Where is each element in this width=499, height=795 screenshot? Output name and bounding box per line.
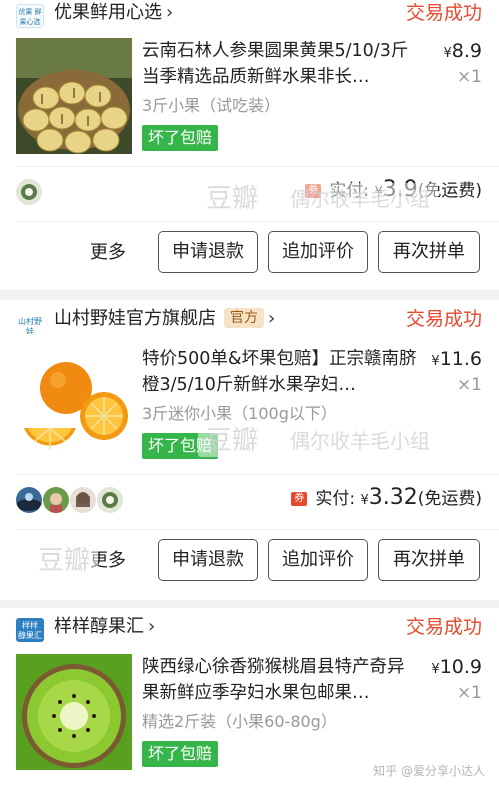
- douban-watermark: 豆瓣: [198, 178, 267, 215]
- product-title[interactable]: 特价500单&坏果包赔】正宗赣南脐橙3/5/10斤新鲜水果孕妇…: [142, 346, 420, 398]
- group-watermark: 偶尔收羊毛小组: [282, 183, 438, 212]
- order-actions: 更多 申请退款 追加评价 再次拼单: [0, 222, 499, 282]
- avatar: [43, 487, 69, 513]
- official-tag: 官方: [224, 308, 264, 328]
- chevron-right-icon: ›: [268, 308, 276, 329]
- shop-name-text: 优果鲜用心选: [54, 2, 162, 23]
- divider: [16, 166, 499, 167]
- product-spec: 3斤小果（试吃装）: [142, 96, 281, 115]
- product-price: ¥10.9: [431, 656, 482, 678]
- shop-name-text: 山村野娃官方旗舰店: [54, 308, 216, 329]
- product-title[interactable]: 陕西绿心徐香猕猴桃眉县特产奇异果新鲜应季孕妇水果包邮果…: [142, 654, 420, 706]
- product-price: ¥11.6: [431, 348, 482, 370]
- refund-button[interactable]: 申请退款: [158, 231, 258, 273]
- shop-logo: 样样 醇果汇: [16, 618, 44, 642]
- group-avatars[interactable]: [16, 179, 43, 205]
- group-watermark: 偶尔收羊毛小组: [282, 425, 438, 454]
- add-review-button[interactable]: 追加评价: [268, 539, 368, 581]
- avatar: [16, 179, 42, 205]
- paid-value: 3.32: [368, 485, 418, 510]
- shop-header[interactable]: 优果 鲜果心选 优果鲜用心选 › 交易成功: [0, 0, 499, 30]
- price-value: 11.6: [439, 348, 482, 370]
- product-quantity: ×1: [456, 683, 482, 703]
- shop-logo: 山村野娃: [16, 310, 44, 334]
- paid-amount: 券实付: ¥3.32(免运费): [291, 484, 482, 510]
- product-quantity: ×1: [456, 67, 482, 87]
- product-image[interactable]: [16, 654, 132, 770]
- currency-symbol: ¥: [431, 662, 440, 677]
- product-price: ¥8.9: [444, 40, 483, 62]
- guarantee-badge: 坏了包赔: [142, 125, 219, 151]
- shop-name[interactable]: 样样醇果汇 ›: [54, 614, 155, 640]
- refund-button[interactable]: 申请退款: [158, 539, 258, 581]
- order-status: 交易成功: [405, 616, 482, 638]
- order-status: 交易成功: [405, 2, 482, 24]
- price-value: 8.9: [451, 40, 482, 62]
- order-card-1: 优果 鲜果心选 优果鲜用心选 › 交易成功 云南石林人参果圆果黄果5/10/3斤…: [0, 0, 499, 290]
- reorder-button[interactable]: 再次拼单: [378, 539, 480, 581]
- add-review-button[interactable]: 追加评价: [268, 231, 368, 273]
- currency-symbol: ¥: [443, 46, 452, 61]
- product-title[interactable]: 云南石林人参果圆果黄果5/10/3斤当季精选品质新鲜水果非长…: [142, 38, 420, 90]
- currency-symbol: ¥: [360, 493, 369, 508]
- currency-symbol: ¥: [431, 354, 440, 369]
- avatar: [97, 487, 123, 513]
- more-button[interactable]: 更多: [90, 238, 126, 264]
- douban-watermark: 豆瓣: [198, 420, 267, 457]
- shop-name-text: 样样醇果汇: [54, 616, 144, 637]
- product-image[interactable]: [16, 38, 132, 154]
- price-value: 10.9: [439, 656, 482, 678]
- avatar: [16, 487, 42, 513]
- navel-orange-image: [16, 346, 132, 462]
- product-spec: 精选2斤装（小果60-80g）: [142, 712, 337, 731]
- douban-watermark: 豆瓣: [30, 540, 99, 577]
- zhihu-watermark: 知乎 @爱分享小达人: [373, 764, 485, 778]
- coupon-icon: 券: [291, 492, 308, 506]
- divider: [16, 474, 499, 475]
- shop-name[interactable]: 山村野娃官方旗舰店 官方 ›: [54, 306, 275, 332]
- group-avatars[interactable]: [16, 487, 124, 513]
- shop-header[interactable]: 样样 醇果汇 样样醇果汇 › 交易成功: [0, 614, 499, 644]
- pepino-fruit-image: [16, 38, 132, 154]
- shop-name[interactable]: 优果鲜用心选 ›: [54, 0, 173, 26]
- kiwi-fruit-image: [16, 654, 132, 770]
- shipping-note: (免运费): [417, 489, 482, 509]
- avatar: [70, 487, 96, 513]
- guarantee-badge: 坏了包赔: [142, 741, 219, 767]
- shop-header[interactable]: 山村野娃 山村野娃官方旗舰店 官方 › 交易成功: [0, 306, 499, 336]
- chevron-right-icon: ›: [166, 2, 174, 23]
- product-image[interactable]: [16, 346, 132, 462]
- chevron-right-icon: ›: [148, 616, 156, 637]
- reorder-button[interactable]: 再次拼单: [378, 231, 480, 273]
- paid-label: 实付:: [315, 489, 356, 509]
- shop-logo: 优果 鲜果心选: [16, 4, 44, 28]
- product-quantity: ×1: [456, 375, 482, 395]
- order-status: 交易成功: [405, 308, 482, 330]
